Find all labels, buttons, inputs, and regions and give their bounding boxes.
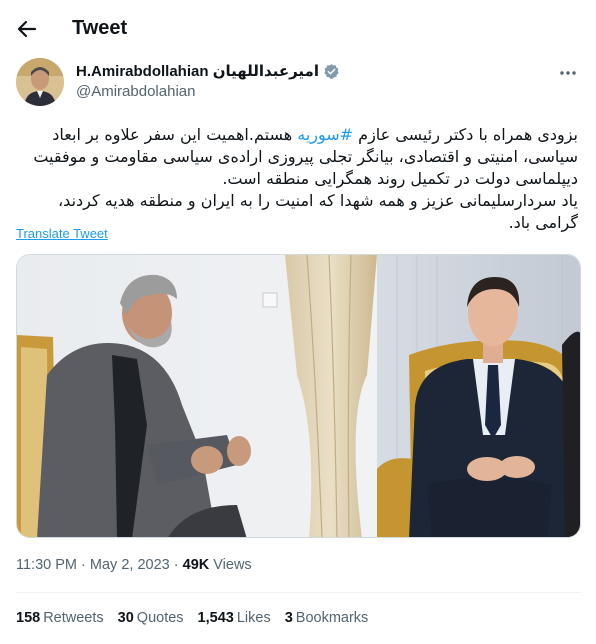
more-options-button[interactable]: [556, 62, 580, 84]
tweet-text-before-hashtag: بزودی همراه با دکتر رئیسی عازم: [353, 125, 578, 144]
engagement-stats: 158 Retweets 30 Quotes 1,543 Likes 3 Bookmar…: [16, 610, 368, 626]
avatar-image: [16, 58, 64, 106]
views-count: 49K: [182, 557, 210, 573]
author-handle[interactable]: @Amirabdolahian: [76, 83, 195, 100]
page-title: Tweet: [72, 17, 128, 39]
bookmarks-stat[interactable]: 3 Bookmarks: [285, 610, 369, 626]
back-button[interactable]: [12, 14, 42, 44]
retweets-label: Retweets: [43, 610, 104, 626]
tweet-photo[interactable]: [16, 254, 581, 538]
avatar[interactable]: [16, 58, 64, 106]
tweet-date[interactable]: May 2, 2023: [90, 557, 170, 573]
retweets-stat[interactable]: 158 Retweets: [16, 610, 104, 626]
hashtag-link[interactable]: #سوریه: [297, 125, 353, 144]
tweet-author: H.Amirabdollahian امیرعبداللهیان @Amirab…: [16, 58, 586, 108]
bookmarks-count: 3: [284, 610, 293, 626]
divider: [16, 592, 581, 593]
verified-badge-icon: [324, 63, 339, 79]
more-horizontal-icon: [560, 71, 576, 75]
tweet-time[interactable]: 11:30 PM: [16, 557, 77, 573]
views-label: Views: [213, 557, 252, 573]
tweet-text: بزودی همراه با دکتر رئیسی عازم #سوریه هس…: [16, 124, 578, 234]
tweet-photo-image: [17, 255, 580, 537]
tweet-timestamp-row: 11:30 PM · May 2, 2023 · 49K Views: [16, 557, 252, 573]
tweet-paragraph-1: بزودی همراه با دکتر رئیسی عازم #سوریه هس…: [16, 124, 578, 190]
translate-tweet-link[interactable]: Translate Tweet: [16, 226, 108, 241]
likes-count: 1,543: [197, 610, 234, 626]
quotes-stat[interactable]: 30 Quotes: [118, 610, 184, 626]
likes-stat[interactable]: 1,543 Likes: [198, 610, 271, 626]
author-display-name[interactable]: H.Amirabdollahian امیرعبداللهیان: [76, 62, 319, 80]
retweets-count: 158: [16, 610, 41, 626]
quotes-count: 30: [117, 610, 134, 626]
top-bar: Tweet: [0, 0, 596, 58]
bookmarks-label: Bookmarks: [295, 610, 369, 626]
arrow-left-icon: [17, 20, 37, 38]
likes-label: Likes: [236, 610, 271, 626]
meta-separator: ·: [173, 557, 179, 573]
meta-separator: ·: [81, 557, 86, 573]
quotes-label: Quotes: [136, 610, 184, 626]
author-name-row: H.Amirabdollahian امیرعبداللهیان: [76, 62, 340, 80]
